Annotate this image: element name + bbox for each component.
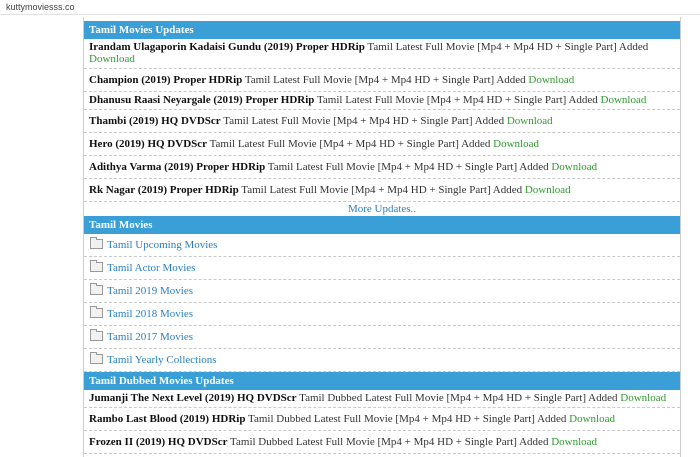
download-link[interactable]: Download <box>569 413 615 425</box>
folder-icon <box>90 352 103 364</box>
download-link[interactable]: Download <box>525 184 571 196</box>
download-link[interactable]: Download <box>507 115 553 127</box>
movie-title: Jumanji The Next Level (2019) HQ DVDScr <box>89 392 297 404</box>
update-row[interactable]: Hero (2019) HQ DVDScr Tamil Latest Full … <box>84 133 680 156</box>
dubbed-row[interactable]: Frozen II (2019) HQ DVDScr Tamil Dubbed … <box>84 431 680 454</box>
section-header-dubbed: Tamil Dubbed Movies Updates <box>84 372 680 390</box>
movie-details: Tamil Latest Full Movie [Mp4 + Mp4 HD + … <box>238 184 525 196</box>
category-label: Tamil Actor Movies <box>107 262 196 274</box>
folder-icon <box>90 237 103 249</box>
movie-details: Tamil Latest Full Movie [Mp4 + Mp4 HD + … <box>220 115 507 127</box>
movie-title: Rambo Last Blood (2019) HDRip <box>89 413 246 425</box>
folder-icon <box>90 306 103 318</box>
movie-details: Tamil Latest Full Movie [Mp4 + Mp4 HD + … <box>314 94 601 106</box>
category-label: Tamil 2019 Movies <box>107 285 194 297</box>
main-content: Tamil Movies Updates Irandam Ulagaporin … <box>83 17 681 457</box>
update-row[interactable]: Dhanusu Raasi Neyargale (2019) Proper HD… <box>84 92 680 110</box>
movie-title: Champion (2019) Proper HDRip <box>89 74 243 86</box>
download-link[interactable]: Download <box>620 392 666 404</box>
movie-details: Tamil Latest Full Movie [Mp4 + Mp4 HD + … <box>364 41 649 53</box>
category-label: Tamil Upcoming Movies <box>107 239 218 251</box>
folder-icon <box>90 283 103 295</box>
folder-icon <box>90 329 103 341</box>
update-row[interactable]: Irandam Ulagaporin Kadaisi Gundu (2019) … <box>84 39 680 69</box>
address-bar[interactable]: kuttymoviesss.co <box>0 0 700 15</box>
movie-details: Tamil Dubbed Latest Full Movie [Mp4 + Mp… <box>296 392 621 404</box>
category-link-2017[interactable]: Tamil 2017 Movies <box>84 326 680 349</box>
category-label: Tamil 2017 Movies <box>107 331 194 343</box>
movie-title: Thambi (2019) HQ DVDScr <box>89 115 221 127</box>
update-row[interactable]: Champion (2019) Proper HDRip Tamil Lates… <box>84 69 680 92</box>
category-label: Tamil 2018 Movies <box>107 308 194 320</box>
movie-details: Tamil Latest Full Movie [Mp4 + Mp4 HD + … <box>242 74 529 86</box>
update-row[interactable]: Rk Nagar (2019) Proper HDRip Tamil Lates… <box>84 179 680 202</box>
category-link-upcoming[interactable]: Tamil Upcoming Movies <box>84 234 680 257</box>
movie-title: Dhanusu Raasi Neyargale (2019) Proper HD… <box>89 94 315 106</box>
category-link-2019[interactable]: Tamil 2019 Movies <box>84 280 680 303</box>
download-link[interactable]: Download <box>493 138 539 150</box>
category-label: Tamil Yearly Collections <box>107 354 217 366</box>
download-link[interactable]: Download <box>89 53 135 65</box>
movie-details: Tamil Latest Full Movie [Mp4 + Mp4 HD + … <box>207 138 494 150</box>
address-url: kuttymoviesss.co <box>6 2 75 12</box>
movie-title: Hero (2019) HQ DVDScr <box>89 138 208 150</box>
category-link-yearly[interactable]: Tamil Yearly Collections <box>84 349 680 372</box>
movie-details: Tamil Latest Full Movie [Mp4 + Mp4 HD + … <box>265 161 552 173</box>
movie-title: Irandam Ulagaporin Kadaisi Gundu (2019) … <box>89 41 365 53</box>
folder-icon <box>90 260 103 272</box>
download-link[interactable]: Download <box>601 94 647 106</box>
movie-title: Frozen II (2019) HQ DVDScr <box>89 436 228 448</box>
more-updates-link[interactable]: More Updates.. <box>84 202 680 216</box>
section-header-updates: Tamil Movies Updates <box>84 21 680 39</box>
movie-details: Tamil Dubbed Latest Full Movie [Mp4 + Mp… <box>227 436 552 448</box>
movie-title: Adithya Varma (2019) Proper HDRip <box>89 161 266 173</box>
download-link[interactable]: Download <box>551 161 597 173</box>
dubbed-row[interactable]: Jumanji The Next Level (2019) HQ DVDScr … <box>84 390 680 408</box>
update-row[interactable]: Thambi (2019) HQ DVDScr Tamil Latest Ful… <box>84 110 680 133</box>
download-link[interactable]: Download <box>528 74 574 86</box>
movie-title: Rk Nagar (2019) Proper HDRip <box>89 184 239 196</box>
section-header-movies: Tamil Movies <box>84 216 680 234</box>
download-link[interactable]: Download <box>551 436 597 448</box>
category-link-2018[interactable]: Tamil 2018 Movies <box>84 303 680 326</box>
dubbed-row[interactable]: Rambo Last Blood (2019) HDRip Tamil Dubb… <box>84 408 680 431</box>
category-link-actor[interactable]: Tamil Actor Movies <box>84 257 680 280</box>
update-row[interactable]: Adithya Varma (2019) Proper HDRip Tamil … <box>84 156 680 179</box>
movie-details: Tamil Dubbed Latest Full Movie [Mp4 + Mp… <box>245 413 570 425</box>
